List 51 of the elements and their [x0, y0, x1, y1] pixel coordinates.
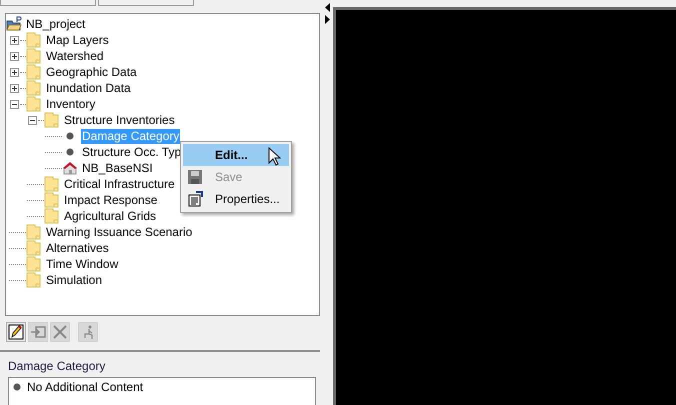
collapse-left-icon[interactable]	[324, 3, 331, 12]
folder-icon	[26, 48, 42, 64]
expand-toggle[interactable]	[10, 36, 19, 44]
folder-icon	[26, 32, 42, 48]
tree-item[interactable]: Alternatives	[45, 240, 110, 256]
tree-item[interactable]: NB_project	[25, 16, 86, 32]
bullet-icon	[13, 383, 21, 391]
folder-icon	[26, 96, 42, 112]
folder-icon	[44, 208, 60, 224]
tree-item[interactable]: Watershed	[45, 48, 105, 64]
tree-item[interactable]: Inundation Data	[45, 80, 132, 96]
expand-toggle[interactable]	[10, 84, 19, 92]
folder-icon	[44, 192, 60, 208]
folder-icon	[26, 240, 42, 256]
expand-toggle[interactable]	[10, 68, 19, 76]
menu-item[interactable]: Properties...	[183, 188, 289, 210]
menu-item[interactable]: Edit...	[183, 144, 289, 166]
project-folder-icon	[6, 16, 22, 32]
tree-item[interactable]: Inventory	[45, 96, 96, 112]
tree-item[interactable]: Time Window	[45, 256, 120, 272]
pencil-icon	[8, 324, 24, 340]
save-icon	[187, 169, 203, 185]
folder-icon	[26, 64, 42, 80]
folder-icon	[44, 112, 60, 128]
tree-item[interactable]: Geographic Data	[45, 64, 138, 80]
expand-right-icon[interactable]	[324, 15, 331, 24]
toolbar-button[interactable]	[6, 322, 26, 342]
tree-item[interactable]: Warning Issuance Scenario	[45, 224, 194, 240]
tree-item[interactable]: Simulation	[45, 272, 104, 288]
properties-icon	[187, 191, 203, 207]
collapse-toggle[interactable]	[10, 100, 19, 108]
folder-icon	[26, 272, 42, 288]
delete-icon	[52, 324, 68, 340]
folder-icon	[44, 176, 60, 192]
tree-item[interactable]: Structure Inventories	[63, 112, 176, 128]
details-item: No Additional Content	[27, 380, 144, 394]
tree-item[interactable]: Map Layers	[45, 32, 110, 48]
details-title: Damage Category	[8, 359, 106, 373]
cursor-icon	[268, 147, 282, 167]
house-icon	[62, 160, 78, 176]
folder-icon	[26, 256, 42, 272]
tree-item[interactable]: Agricultural Grids	[63, 208, 158, 224]
collapse-toggle[interactable]	[28, 116, 37, 124]
tree-item[interactable]: Critical Infrastructure	[63, 176, 176, 192]
tree-item[interactable]: Structure Occ. Typ	[81, 144, 182, 160]
tree-item[interactable]: NB_BaseNSI	[81, 160, 154, 176]
folder-icon	[26, 80, 42, 96]
folder-icon	[26, 224, 42, 240]
expand-toggle[interactable]	[10, 52, 19, 60]
tree-item[interactable]: Impact Response	[63, 192, 158, 208]
import-icon	[30, 324, 46, 340]
